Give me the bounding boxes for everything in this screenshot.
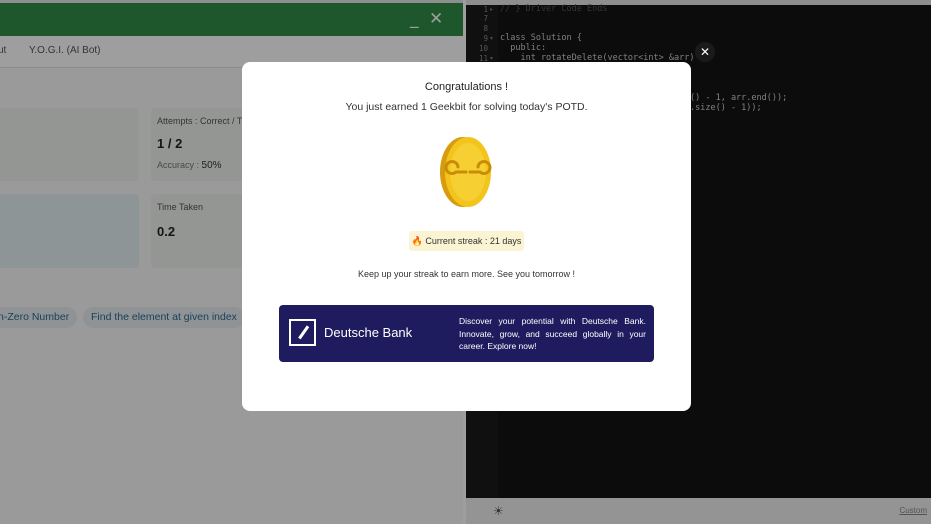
ad-description: Discover your potential with Deutsche Ba… (459, 316, 646, 351)
potd-success-modal: Congratulations ! You just earned 1 Geek… (242, 62, 691, 411)
flame-icon: 🔥 (411, 236, 423, 246)
modal-title: Congratulations ! (424, 81, 509, 93)
modal-subtitle: You just earned 1 Geekbit for solving to… (345, 101, 588, 113)
deutsche-bank-ad[interactable]: Deutsche Bank Discover your potential wi… (279, 305, 654, 362)
ad-brand-name: Deutsche Bank (324, 325, 413, 340)
streak-badge: 🔥 Current streak : 21 days (409, 231, 524, 251)
streak-text: Current streak : 21 days (425, 236, 522, 246)
deutsche-bank-logo-icon (289, 319, 316, 346)
close-modal-button[interactable]: ✕ (695, 42, 715, 62)
streak-encouragement: Keep up your streak to earn more. See yo… (357, 269, 576, 279)
geekbit-coin-icon (440, 137, 492, 207)
